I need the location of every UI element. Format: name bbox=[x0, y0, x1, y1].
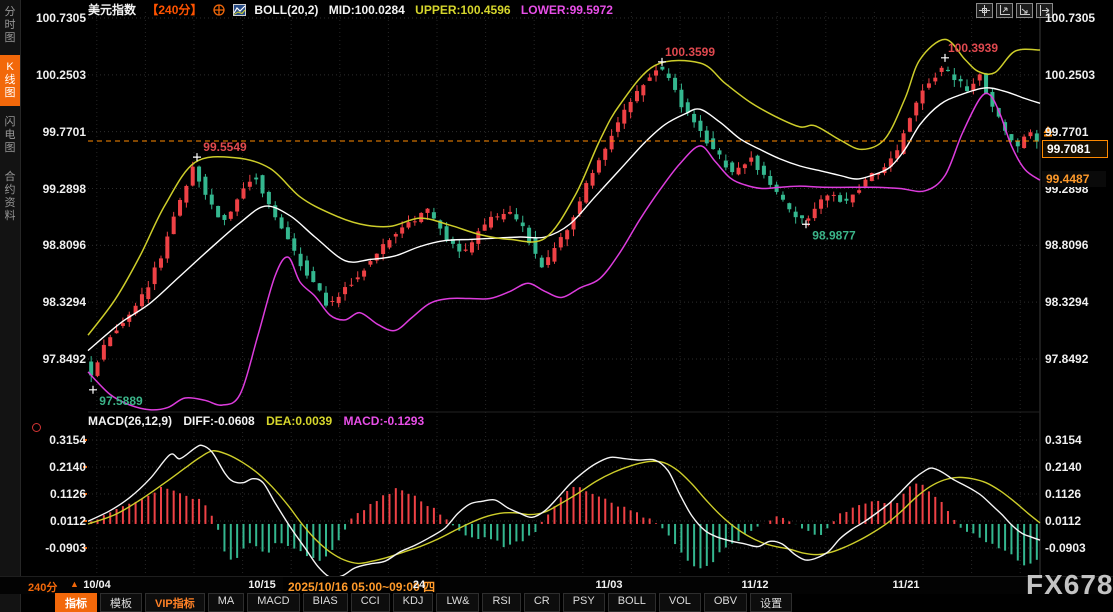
watermark: FX678 bbox=[1026, 569, 1113, 601]
gridlines bbox=[83, 12, 1040, 575]
toolbar-item-模板[interactable]: 模板 bbox=[100, 593, 142, 612]
boll-upper-value: UPPER:100.4596 bbox=[415, 3, 510, 17]
chart-header: 美元指数 【240分】 BOLL(20,2) MID:100.0284 UPPE… bbox=[88, 1, 620, 15]
axis-label: 99.7701 bbox=[22, 125, 86, 139]
axis-label: 99.2898 bbox=[22, 182, 86, 196]
toolbar-item-BOLL[interactable]: BOLL bbox=[608, 593, 656, 612]
secondary-price-badge: 99.4487 bbox=[1042, 171, 1106, 187]
boll-mid-value: MID:100.0284 bbox=[329, 3, 405, 17]
interval-tag[interactable]: 【240分】 bbox=[146, 3, 202, 17]
axis-label: -0.0903 bbox=[1045, 541, 1109, 555]
svg-text:97.5889: 97.5889 bbox=[99, 394, 143, 408]
toolbar-item-PSY[interactable]: PSY bbox=[563, 593, 605, 612]
axis-label: 97.8492 bbox=[1045, 352, 1109, 366]
date-label: 10/15 bbox=[248, 579, 276, 591]
macd-header: MACD(26,12,9) DIFF:-0.0608 DEA:0.0039 MA… bbox=[88, 414, 432, 428]
macd-histogram bbox=[91, 484, 1037, 569]
axis-label: 100.7305 bbox=[22, 11, 86, 25]
axis-label: 0.0112 bbox=[1045, 514, 1109, 528]
axis-label: 0.2140 bbox=[22, 460, 86, 474]
sidebar: 分时图 K线图闪电图合约资料 bbox=[0, 0, 21, 612]
toolbar-item-OBV[interactable]: OBV bbox=[704, 593, 747, 612]
sidebar-tab-K线图[interactable]: K线图 bbox=[0, 55, 20, 106]
chart-thumbnail-icon[interactable] bbox=[233, 3, 249, 17]
interval-arrow-icon[interactable]: ▲ bbox=[70, 579, 79, 589]
toolbar-item-BIAS[interactable]: BIAS bbox=[303, 593, 348, 612]
date-label: 24 bbox=[413, 579, 425, 591]
indicator-toolbar: 指标模板VIP指标MAMACDBIASCCIKDJLW&RSICRPSYBOLL… bbox=[55, 593, 792, 612]
price-annotation: 100.3599 bbox=[658, 45, 715, 66]
price-annotation: 100.3939 bbox=[941, 41, 998, 62]
toolbar-item-LW&[interactable]: LW& bbox=[436, 593, 479, 612]
axis-label: 98.8096 bbox=[22, 238, 86, 252]
toolbar-item-RSI[interactable]: RSI bbox=[482, 593, 520, 612]
macd-name: MACD(26,12,9) bbox=[88, 414, 172, 428]
date-label: 10/04 bbox=[83, 579, 111, 591]
svg-text:99.5549: 99.5549 bbox=[203, 140, 247, 154]
interval-badge[interactable]: 240分 bbox=[28, 579, 57, 595]
current-price-box: 99.7081 bbox=[1042, 140, 1108, 158]
macd-diff-value: DIFF:-0.0608 bbox=[183, 414, 254, 428]
axis-label: 97.8492 bbox=[22, 352, 86, 366]
toolbar-item-KDJ[interactable]: KDJ bbox=[393, 593, 434, 612]
boll-upper-line bbox=[88, 39, 1040, 335]
toolbar-item-VIP指标[interactable]: VIP指标 bbox=[145, 593, 205, 612]
axis-zoom-in-icon[interactable] bbox=[996, 3, 1013, 18]
boll-lower-value: LOWER:99.5972 bbox=[521, 3, 613, 17]
axis-label: 0.0112 bbox=[22, 514, 86, 528]
sidebar-tab-合约资料[interactable]: 合约资料 bbox=[0, 165, 20, 229]
toolbar-item-VOL[interactable]: VOL bbox=[659, 593, 701, 612]
price-annotation: 98.9877 bbox=[802, 220, 856, 242]
toolbar-item-MACD[interactable]: MACD bbox=[247, 593, 299, 612]
axis-label: 99.7701 bbox=[1045, 125, 1109, 139]
sidebar-tab-闪电图[interactable]: 闪电图 bbox=[0, 110, 20, 161]
axis-label: 98.8096 bbox=[1045, 238, 1109, 252]
toolbar-item-指标[interactable]: 指标 bbox=[55, 593, 97, 612]
axis-label: 98.3294 bbox=[22, 295, 86, 309]
axis-label: 0.2140 bbox=[1045, 460, 1109, 474]
date-label: 11/12 bbox=[742, 579, 769, 591]
macd-macd-value: MACD:-0.1293 bbox=[343, 414, 424, 428]
axis-zoom-out-icon[interactable] bbox=[1016, 3, 1033, 18]
svg-text:98.9877: 98.9877 bbox=[812, 228, 856, 242]
candlestick-chart[interactable]: 99.5549 100.3599 100.3939 98.9877 97.5889 bbox=[0, 0, 1113, 612]
indicator-dot-icon[interactable] bbox=[32, 423, 41, 432]
chart-tool-buttons bbox=[976, 3, 1053, 18]
axis-label: 100.2503 bbox=[1045, 68, 1109, 82]
candles bbox=[89, 66, 1039, 383]
toolbar-item-CR[interactable]: CR bbox=[524, 593, 560, 612]
date-label: 11/21 bbox=[893, 579, 920, 591]
axis-label: 98.3294 bbox=[1045, 295, 1109, 309]
axis-label: 0.3154 bbox=[22, 433, 86, 447]
svg-text:100.3599: 100.3599 bbox=[665, 45, 715, 59]
date-label: 11/03 bbox=[596, 579, 623, 591]
axis-label: 100.2503 bbox=[22, 68, 86, 82]
boll-label: BOLL(20,2) bbox=[254, 3, 318, 17]
macd-dea-value: DEA:0.0039 bbox=[266, 414, 332, 428]
toolbar-item-设置[interactable]: 设置 bbox=[750, 593, 792, 612]
axis-label: 0.1126 bbox=[22, 487, 86, 501]
symbol-title: 美元指数 bbox=[88, 3, 136, 17]
axis-label: 0.3154 bbox=[1045, 433, 1109, 447]
crosshair-icon[interactable] bbox=[976, 3, 993, 18]
axis-label: 0.1126 bbox=[1045, 487, 1109, 501]
toolbar-item-MA[interactable]: MA bbox=[208, 593, 245, 612]
time-axis: 240分 ▲ 2025/10/16 05:00~09:00 四 10/0410/… bbox=[0, 576, 1113, 594]
target-icon[interactable] bbox=[213, 3, 228, 17]
axis-label: -0.0903 bbox=[22, 541, 86, 555]
toolbar-item-CCI[interactable]: CCI bbox=[351, 593, 390, 612]
sidebar-tab-分时图[interactable]: 分时图 bbox=[0, 0, 20, 51]
svg-text:100.3939: 100.3939 bbox=[948, 41, 998, 55]
axis-label: 100.7305 bbox=[1045, 11, 1109, 25]
